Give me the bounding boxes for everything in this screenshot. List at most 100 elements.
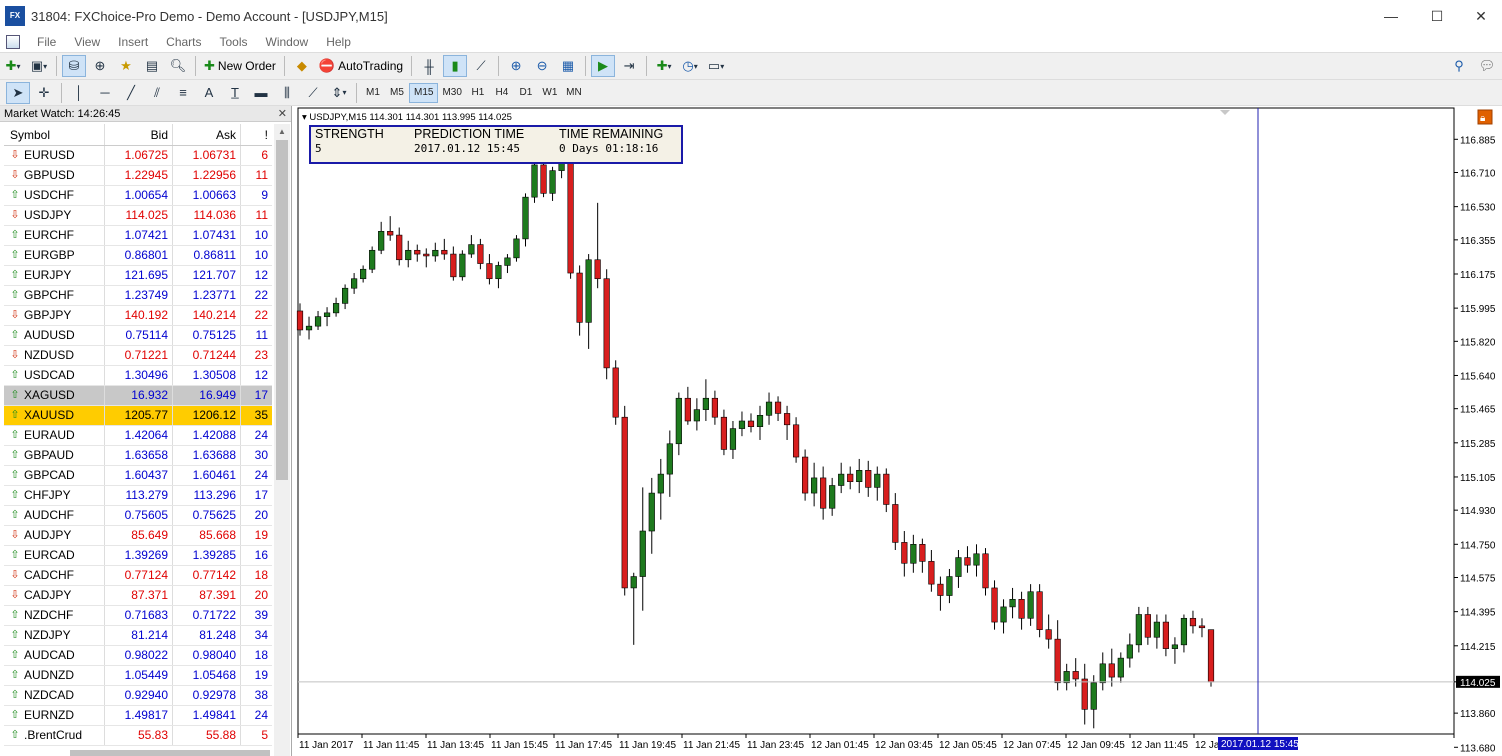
bar-chart-icon[interactable]: ╫: [417, 55, 441, 77]
timeframe-m1[interactable]: M1: [361, 83, 385, 103]
market-watch-row[interactable]: ⇧ EURGBP 0.86801 0.86811 10: [4, 246, 272, 266]
horizontal-scrollbar-thumb[interactable]: [70, 750, 270, 756]
market-watch-row[interactable]: ⇩ CADCHF 0.77124 0.77142 18: [4, 566, 272, 586]
terminal-icon[interactable]: ▤: [140, 55, 164, 77]
market-watch-row[interactable]: ⇩ GBPUSD 1.22945 1.22956 11: [4, 166, 272, 186]
market-watch-toggle-icon[interactable]: ⛁: [62, 55, 86, 77]
candlestick-chart[interactable]: ▾ USDJPY,M15 114.301 114.301 113.995 114…: [294, 106, 1502, 756]
market-watch-row[interactable]: ⇧ GBPCAD 1.60437 1.60461 24: [4, 466, 272, 486]
market-watch-row[interactable]: ⇧ AUDCAD 0.98022 0.98040 18: [4, 646, 272, 666]
periods-button[interactable]: ◷ ▾: [678, 55, 702, 77]
column-spread[interactable]: !: [240, 124, 272, 145]
templates-button[interactable]: ▭ ▾: [704, 55, 728, 77]
column-bid[interactable]: Bid: [104, 124, 172, 145]
market-watch-row[interactable]: ⇧ XAUUSD 1205.77 1206.12 35: [4, 406, 272, 426]
search-icon[interactable]: ⚲: [1447, 55, 1471, 77]
toolbar-separator: [283, 56, 285, 76]
timeframe-w1[interactable]: W1: [538, 83, 562, 103]
rectangle-tool-icon[interactable]: ▬: [249, 82, 273, 104]
market-watch-row[interactable]: ⇩ USDJPY 114.025 114.036 11: [4, 206, 272, 226]
line-chart-icon[interactable]: ⟋: [469, 55, 493, 77]
symbol-cell: ⇧ GBPAUD: [4, 446, 104, 465]
scroll-up-icon[interactable]: ▲: [274, 124, 290, 140]
zoom-in-icon[interactable]: ⊕: [504, 55, 528, 77]
menu-file[interactable]: File: [28, 35, 65, 49]
auto-scroll-icon[interactable]: ▶: [591, 55, 616, 77]
horizontal-line-icon[interactable]: ─: [93, 82, 117, 104]
market-watch-row[interactable]: ⇩ NZDUSD 0.71221 0.71244 23: [4, 346, 272, 366]
navigator-icon[interactable]: ★: [114, 55, 138, 77]
profiles-button[interactable]: ▣ ▾: [27, 55, 51, 77]
candlestick-chart-icon[interactable]: ▮: [443, 55, 468, 77]
market-watch-row[interactable]: ⇧ EURCAD 1.39269 1.39285 16: [4, 546, 272, 566]
market-watch-row[interactable]: ⇧ NZDCHF 0.71683 0.71722 39: [4, 606, 272, 626]
fibo-fan-icon[interactable]: ⟋: [301, 82, 325, 104]
market-watch-row[interactable]: ⇧ GBPAUD 1.63658 1.63688 30: [4, 446, 272, 466]
new-order-button[interactable]: ✚ New Order: [201, 55, 279, 77]
column-ask[interactable]: Ask: [172, 124, 240, 145]
autotrading-button[interactable]: ⛔ AutoTrading: [316, 55, 406, 77]
market-watch-row[interactable]: ⇧ .BrentCrud 55.83 55.88 5: [4, 726, 272, 746]
metaeditor-icon[interactable]: ◆: [290, 55, 314, 77]
fibonacci-icon[interactable]: ≡: [171, 82, 195, 104]
market-watch-row[interactable]: ⇧ XAGUSD 16.932 16.949 17: [4, 386, 272, 406]
menu-charts[interactable]: Charts: [157, 35, 210, 49]
timeframe-mn[interactable]: MN: [562, 83, 586, 103]
scrollbar-thumb[interactable]: [276, 140, 288, 480]
menu-view[interactable]: View: [65, 35, 109, 49]
market-watch-row[interactable]: ⇧ AUDUSD 0.75114 0.75125 11: [4, 326, 272, 346]
vertical-line-icon[interactable]: │: [67, 82, 91, 104]
tile-windows-icon[interactable]: ▦: [556, 55, 580, 77]
cursor-tool-icon[interactable]: ➤: [6, 81, 30, 104]
market-watch-row[interactable]: ⇧ EURJPY 121.695 121.707 12: [4, 266, 272, 286]
market-watch-row[interactable]: ⇩ EURUSD 1.06725 1.06731 6: [4, 146, 272, 166]
y-tick-label: 113.680: [1460, 743, 1496, 754]
market-watch-row[interactable]: ⇧ NZDCAD 0.92940 0.92978 38: [4, 686, 272, 706]
zoom-out-icon[interactable]: ⊖: [530, 55, 554, 77]
gann-icon[interactable]: ⫼: [275, 82, 299, 104]
trendline-icon[interactable]: ╱: [119, 82, 143, 104]
text-tool-icon[interactable]: A: [197, 82, 221, 104]
maximize-button[interactable]: ☐: [1414, 0, 1460, 32]
market-watch-row[interactable]: ⇧ EURCHF 1.07421 1.07431 10: [4, 226, 272, 246]
market-watch-row[interactable]: ⇧ NZDJPY 81.214 81.248 34: [4, 626, 272, 646]
market-watch-row[interactable]: ⇧ GBPCHF 1.23749 1.23771 22: [4, 286, 272, 306]
minimize-button[interactable]: —: [1368, 0, 1414, 32]
data-window-icon[interactable]: ⊕: [88, 55, 112, 77]
market-watch-row[interactable]: ⇧ USDCAD 1.30496 1.30508 12: [4, 366, 272, 386]
arrows-tool-icon[interactable]: ⇕ ▾: [327, 82, 351, 104]
equidistant-channel-icon[interactable]: ⫽: [145, 82, 169, 104]
market-watch-row[interactable]: ⇧ EURNZD 1.49817 1.49841 24: [4, 706, 272, 726]
timeframe-m5[interactable]: M5: [385, 83, 409, 103]
timeframe-h1[interactable]: H1: [466, 83, 490, 103]
chat-icon[interactable]: 💬︎: [1475, 55, 1499, 77]
market-watch-row[interactable]: ⇧ CHFJPY 113.279 113.296 17: [4, 486, 272, 506]
timeframe-d1[interactable]: D1: [514, 83, 538, 103]
document-icon[interactable]: [6, 35, 20, 49]
menu-window[interactable]: Window: [257, 35, 318, 49]
column-symbol[interactable]: Symbol: [4, 124, 104, 145]
crosshair-tool-icon[interactable]: ✛: [32, 82, 56, 104]
menu-insert[interactable]: Insert: [109, 35, 157, 49]
chart-shift-icon[interactable]: ⇥: [617, 55, 641, 77]
market-watch-row[interactable]: ⇧ EURAUD 1.42064 1.42088 24: [4, 426, 272, 446]
menu-help[interactable]: Help: [317, 35, 360, 49]
text-label-icon[interactable]: T̲: [223, 82, 247, 104]
market-watch-row[interactable]: ⇧ AUDCHF 0.75605 0.75625 20: [4, 506, 272, 526]
close-button[interactable]: ✕: [1458, 0, 1502, 32]
timeframe-h4[interactable]: H4: [490, 83, 514, 103]
chart-window[interactable]: ▾ USDJPY,M15 114.301 114.301 113.995 114…: [294, 106, 1502, 756]
market-watch-close-icon[interactable]: ✕: [278, 107, 287, 120]
market-watch-row[interactable]: ⇧ AUDNZD 1.05449 1.05468 19: [4, 666, 272, 686]
market-watch-scrollbar[interactable]: ▲: [274, 124, 290, 756]
market-watch-row[interactable]: ⇩ GBPJPY 140.192 140.214 22: [4, 306, 272, 326]
market-watch-row[interactable]: ⇩ AUDJPY 85.649 85.668 19: [4, 526, 272, 546]
new-chart-button[interactable]: ✚ ▾: [1, 55, 25, 77]
indicators-button[interactable]: ✚ ▾: [652, 55, 676, 77]
strategy-tester-icon[interactable]: 🔍︎: [166, 55, 190, 77]
market-watch-row[interactable]: ⇧ USDCHF 1.00654 1.00663 9: [4, 186, 272, 206]
timeframe-m15[interactable]: M15: [409, 82, 439, 103]
menu-tools[interactable]: Tools: [211, 35, 257, 49]
timeframe-m30[interactable]: M30: [438, 83, 465, 103]
market-watch-row[interactable]: ⇩ CADJPY 87.371 87.391 20: [4, 586, 272, 606]
